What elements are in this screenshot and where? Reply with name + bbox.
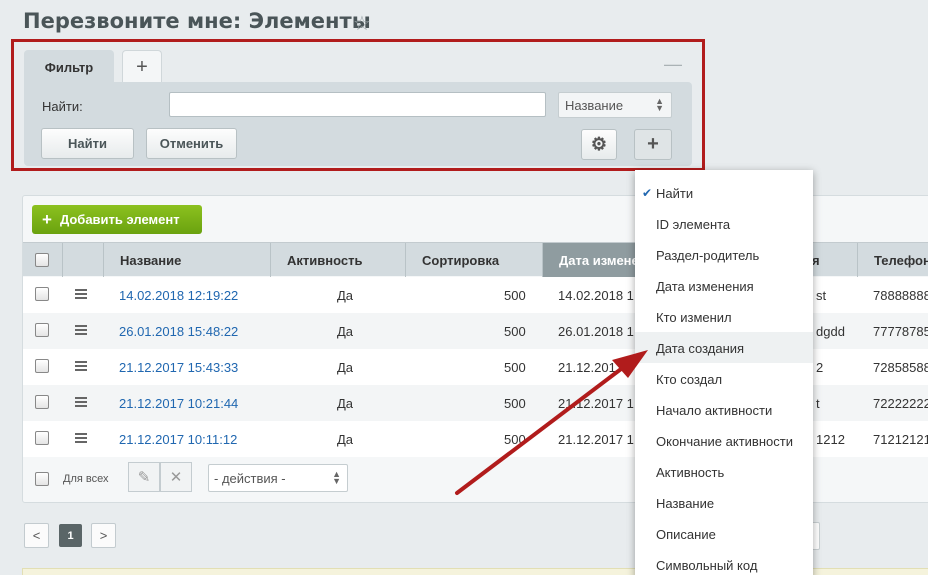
annotation-arrow [455,350,648,495]
